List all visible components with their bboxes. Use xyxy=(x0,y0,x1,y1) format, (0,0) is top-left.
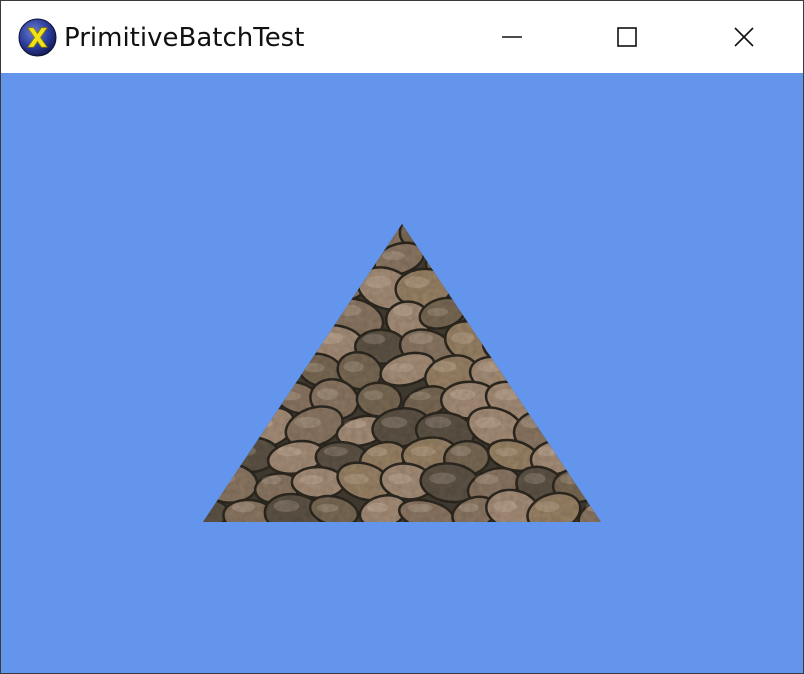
minimize-icon xyxy=(502,36,522,38)
cobblestone-highlight-25 xyxy=(365,276,392,288)
cobblestone-highlight-56 xyxy=(432,360,457,373)
cobblestone-highlight-75 xyxy=(381,416,408,429)
maximize-icon xyxy=(617,27,637,47)
cobblestone-highlight-93 xyxy=(299,475,324,485)
cobblestone-highlight-84 xyxy=(323,446,348,457)
cobblestone-highlight-77 xyxy=(475,416,501,429)
cobblestone-highlight-54 xyxy=(343,361,364,372)
cobblestone-highlight-92 xyxy=(261,475,282,485)
cobblestone-highlight-88 xyxy=(495,447,519,457)
cobblestone-highlight-66 xyxy=(409,391,431,401)
cobblestone-highlight-102 xyxy=(231,502,256,513)
close-icon xyxy=(734,27,754,47)
maximize-button[interactable] xyxy=(569,1,685,73)
cobblestone-highlight-105 xyxy=(367,502,389,513)
cobblestone-highlight-74 xyxy=(343,419,367,429)
cobblestone-highlight-104 xyxy=(316,503,339,513)
xna-x-logo-icon xyxy=(18,18,57,57)
cobblestone-highlight-45 xyxy=(362,334,386,345)
cobblestone-highlight-106 xyxy=(407,503,433,513)
title-bar[interactable]: PrimitiveBatchTest xyxy=(1,1,803,73)
cobblestone-highlight-73 xyxy=(294,416,321,428)
cobblestone-highlight-47 xyxy=(451,332,475,344)
cobblestone-highlight-107 xyxy=(458,503,480,513)
cobblestone-highlight-64 xyxy=(316,388,339,400)
app-window: PrimitiveBatchTest xyxy=(0,0,804,674)
cobblestone-highlight-86 xyxy=(410,446,436,457)
render-viewport[interactable] xyxy=(1,73,803,673)
cobblestone-highlight-67 xyxy=(449,389,476,401)
cobblestone-highlight-103 xyxy=(273,500,300,512)
cobblestone-highlight-109 xyxy=(535,501,560,512)
cobblestone-highlight-55 xyxy=(389,363,414,373)
close-button[interactable] xyxy=(686,1,802,73)
minimize-button[interactable] xyxy=(454,1,570,73)
cobblestone-highlight-35 xyxy=(393,304,413,317)
cobblestone-highlight-36 xyxy=(427,307,448,317)
cobblestone-highlight-87 xyxy=(450,446,471,457)
cobblestone-highlight-65 xyxy=(363,390,384,401)
window-title: PrimitiveBatchTest xyxy=(64,23,305,53)
cobblestone-highlight-108 xyxy=(493,500,517,512)
cobblestone-highlight-76 xyxy=(425,416,452,429)
viewport-canvas xyxy=(1,73,803,673)
cobblestone-highlight-94 xyxy=(343,473,369,485)
cobblestone-highlight-97 xyxy=(474,474,499,485)
cobblestone-highlight-96 xyxy=(429,472,456,484)
cobblestone-highlight-83 xyxy=(276,446,302,457)
cobblestone-highlight-85 xyxy=(366,447,388,457)
cobblestone-highlight-95 xyxy=(388,473,412,485)
cobblestone-highlight-26 xyxy=(404,276,429,288)
cobblestone-highlight-46 xyxy=(408,333,434,345)
cobblestone-highlight-15 xyxy=(382,251,405,261)
cobblestone-highlight-98 xyxy=(523,473,546,484)
